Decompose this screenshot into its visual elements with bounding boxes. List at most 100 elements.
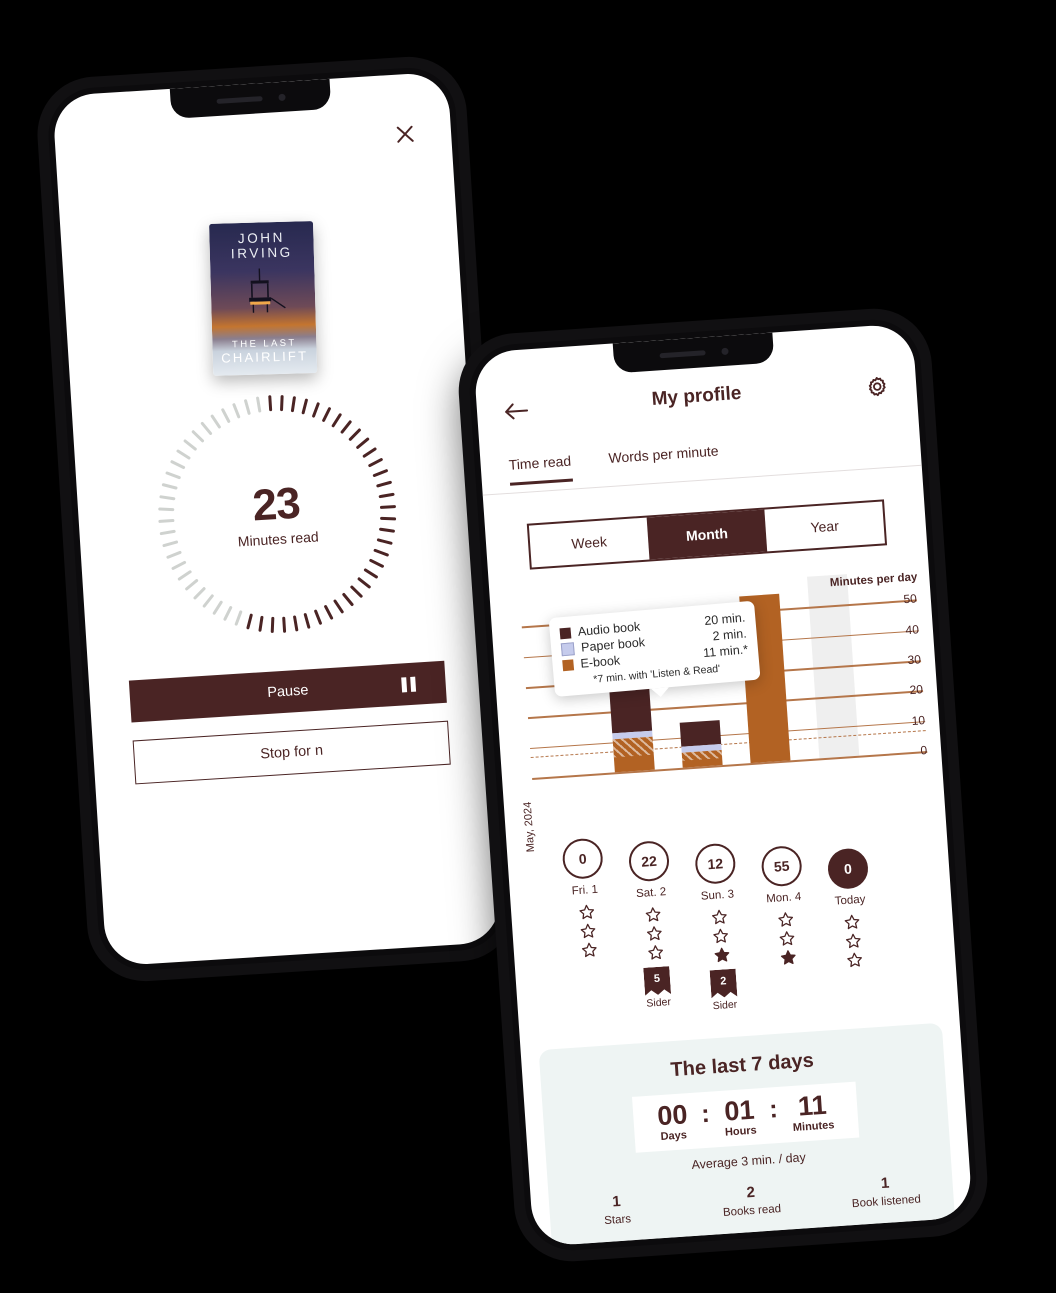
dial-tick (290, 396, 296, 413)
gear-icon[interactable] (866, 375, 890, 401)
chart-y-tick-label: 0 (919, 743, 928, 758)
total-time-readout: 00 Days : 01 Hours : 11 Minutes (631, 1081, 860, 1153)
time-separator: : (700, 1099, 711, 1129)
phone-reader: JOHN IRVING THE LAST CHAIRLIFT 23 Minute… (33, 53, 521, 985)
days-unit: 00 Days (650, 1099, 695, 1144)
minutes-value: 11 (796, 1089, 828, 1122)
day-minutes-circle[interactable]: 0 (561, 837, 605, 881)
dial-tick (330, 412, 342, 428)
dial-tick (169, 459, 186, 470)
day-label: Sun. 3 (700, 888, 735, 903)
pages-badge: 5 (643, 966, 671, 996)
tab-time-read[interactable]: Time read (508, 452, 573, 486)
last-7-days-panel: The last 7 days 00 Days : 01 Hours : 11 … (538, 1022, 956, 1246)
dial-tick (355, 437, 370, 450)
book-cover: JOHN IRVING THE LAST CHAIRLIFT (209, 221, 318, 376)
dial-tick (201, 593, 214, 609)
pages-badge-label: Sider (712, 998, 738, 1013)
range-year-label: Year (809, 517, 840, 536)
composition: JOHN IRVING THE LAST CHAIRLIFT 23 Minute… (0, 0, 1056, 1293)
chart-y-tick-label: 40 (905, 621, 920, 637)
range-week[interactable]: Week (529, 518, 650, 568)
chart-gridline (532, 751, 928, 780)
tab-words-per-minute-label: Words per minute (607, 442, 720, 467)
dial-tick (321, 406, 331, 423)
days-label: Days (660, 1129, 688, 1144)
day-column[interactable]: 0 Fri. 1 (550, 837, 620, 961)
day-label: Fri. 1 (571, 883, 599, 898)
day-minutes-circle[interactable]: 22 (627, 839, 671, 883)
last-7-days-title: The last 7 days (669, 1049, 815, 1082)
hours-unit: 01 Hours (717, 1095, 763, 1139)
day-stars (687, 906, 753, 965)
minutes-unit: 11 Minutes (785, 1090, 841, 1135)
minutes-label: Minutes (792, 1119, 835, 1135)
range-year[interactable]: Year (764, 502, 885, 552)
dial-tick (372, 548, 389, 557)
day-minutes-circle[interactable]: 55 (760, 844, 803, 888)
legend-swatch-ebook (562, 658, 575, 671)
day-column[interactable]: 12 Sun. 3 2 Sider (683, 842, 756, 1014)
star-icon (780, 950, 796, 965)
cover-title: THE LAST CHAIRLIFT (212, 337, 317, 366)
profile-tabs: Time read Words per minute (480, 428, 922, 496)
hours-label: Hours (724, 1124, 758, 1139)
day-column[interactable]: 0 Today (816, 847, 886, 971)
star-icon (647, 945, 663, 960)
star-icon (844, 914, 859, 930)
dial-tick (255, 396, 261, 413)
profile-header: My profile (476, 371, 917, 437)
dial-tick (313, 609, 322, 626)
chairlift-illustration (249, 268, 286, 313)
dial-tick (347, 427, 362, 442)
camera-dot (277, 93, 286, 101)
star-icon (711, 909, 727, 925)
cover-author: JOHN IRVING (209, 229, 314, 262)
timer-readout: 23 Minutes read (156, 476, 398, 555)
dial-tick (222, 605, 233, 622)
pages-badge-number: 5 (653, 972, 661, 985)
phone-screen-profile: My profile Time read Words per minute We… (473, 323, 973, 1247)
dial-tick (341, 592, 354, 607)
dial-tick (311, 401, 320, 418)
dial-tick (367, 457, 383, 468)
star-icon (646, 926, 662, 941)
day-minutes-circle[interactable]: 12 (694, 842, 737, 886)
day-minutes-circle[interactable]: 0 (826, 847, 870, 891)
day-column[interactable]: 55 Mon. 4 (749, 844, 819, 968)
pages-badge: 2 (710, 969, 738, 999)
range-month[interactable]: Month (646, 509, 768, 560)
speaker-slot (658, 349, 706, 358)
star-icon (645, 907, 660, 922)
stat-item: 2 Books read (683, 1179, 820, 1221)
day-summary-row: 0 Fri. 1 22 Sat. 2 5 Sider 12 Sun. 3 2 Sider 55 Mon… (550, 815, 941, 1040)
close-icon[interactable] (392, 121, 417, 146)
dial-tick (332, 598, 344, 614)
day-stars (754, 909, 820, 968)
pages-badge-label: Sider (646, 996, 672, 1010)
dial-tick (270, 616, 274, 633)
camera-dot (720, 347, 729, 355)
chart-gridline (527, 690, 924, 719)
pause-button-label: Pause (266, 682, 309, 701)
stop-button[interactable]: Stop for n (132, 720, 451, 785)
time-separator: : (768, 1095, 779, 1124)
day-column[interactable]: 22 Sat. 2 5 Sider (617, 839, 690, 1011)
dial-tick (220, 407, 231, 424)
chart-bar-segment (679, 719, 722, 747)
range-week-label: Week (570, 533, 608, 552)
tab-time-read-label: Time read (508, 452, 572, 473)
dial-tick (362, 567, 378, 580)
legend-swatch-audio (559, 626, 572, 639)
chart-y-tick-label: 20 (909, 682, 924, 698)
day-stars (820, 911, 886, 970)
day-label: Sat. 2 (635, 886, 667, 901)
dial-tick (292, 615, 299, 632)
listen-and-read-hatch (612, 736, 654, 758)
stat-item: 1 Stars (549, 1189, 686, 1231)
pause-button[interactable]: Pause (128, 660, 447, 723)
chart-bar[interactable] (679, 719, 723, 768)
dial-tick (199, 421, 213, 436)
range-selector: Week Month Year (526, 499, 888, 570)
tab-words-per-minute[interactable]: Words per minute (608, 443, 720, 476)
